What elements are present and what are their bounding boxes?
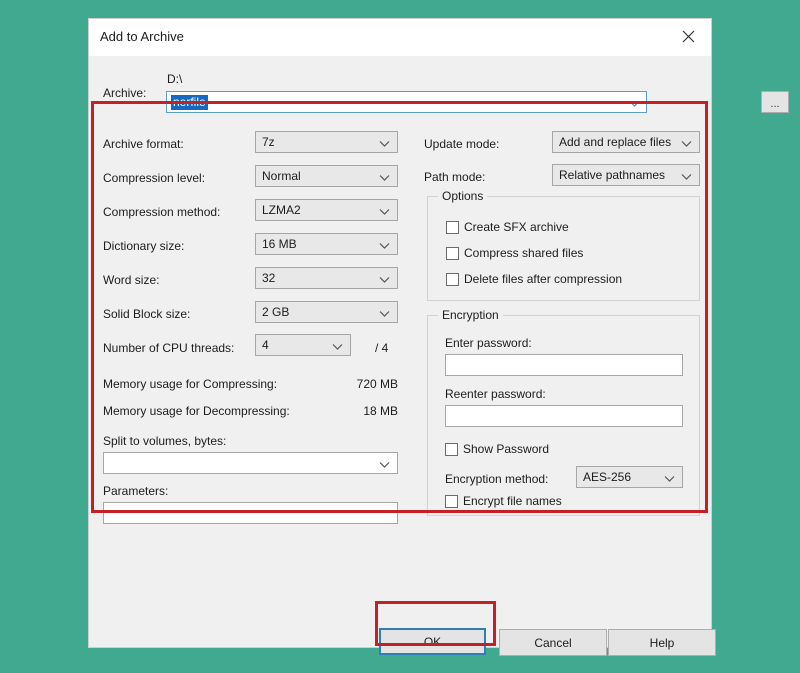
cancel-button[interactable]: Cancel (499, 629, 607, 656)
compression-level-value: Normal (262, 169, 301, 183)
archive-format-value: 7z (262, 135, 275, 149)
update-mode-label: Update mode: (424, 137, 499, 151)
solid-block-size-value: 2 GB (262, 305, 289, 319)
compression-method-label: Compression method: (103, 205, 220, 219)
add-to-archive-dialog: Add to Archive Archive: D:\ nerfile ... … (88, 18, 712, 648)
browse-button[interactable]: ... (761, 91, 789, 113)
archive-row: Archive: D:\ nerfile ... (89, 55, 711, 119)
archive-path-text: D:\ (167, 72, 182, 86)
chevron-down-icon (379, 306, 390, 324)
split-volumes-label: Split to volumes, bytes: (103, 434, 226, 448)
encryption-group-title: Encryption (438, 308, 503, 322)
parameters-input[interactable] (103, 502, 398, 524)
chevron-down-icon (664, 471, 675, 489)
path-mode-value: Relative pathnames (559, 168, 665, 182)
parameters-label: Parameters: (103, 484, 168, 498)
chevron-down-icon (629, 96, 640, 114)
dialog-titlebar: Add to Archive (89, 19, 711, 56)
path-mode-label: Path mode: (424, 170, 485, 184)
chevron-down-icon (379, 272, 390, 290)
archive-name-value: nerfile (171, 95, 208, 110)
compress-shared-files-label: Compress shared files (464, 246, 583, 260)
compression-method-combo[interactable]: LZMA2 (255, 199, 398, 221)
dialog-title: Add to Archive (100, 29, 184, 44)
memory-decompress-label: Memory usage for Decompressing: (103, 404, 290, 418)
word-size-value: 32 (262, 271, 275, 285)
chevron-down-icon (379, 170, 390, 188)
cpu-threads-label: Number of CPU threads: (103, 341, 234, 355)
show-password-label: Show Password (463, 442, 549, 456)
compression-level-combo[interactable]: Normal (255, 165, 398, 187)
encryption-method-label: Encryption method: (445, 472, 548, 486)
word-size-combo[interactable]: 32 (255, 267, 398, 289)
reenter-password-input[interactable] (445, 405, 683, 427)
reenter-password-label: Reenter password: (445, 387, 546, 401)
dictionary-size-label: Dictionary size: (103, 239, 184, 253)
compression-level-label: Compression level: (103, 171, 205, 185)
cpu-threads-combo[interactable]: 4 (255, 334, 351, 356)
checkbox-box (446, 247, 459, 260)
cpu-threads-value: 4 (262, 338, 269, 352)
update-mode-combo[interactable]: Add and replace files (552, 131, 700, 153)
checkbox-box (445, 443, 458, 456)
memory-decompress-value: 18 MB (345, 404, 398, 418)
help-button[interactable]: Help (608, 629, 716, 656)
checkbox-box (446, 221, 459, 234)
solid-block-size-combo[interactable]: 2 GB (255, 301, 398, 323)
close-icon[interactable] (665, 19, 711, 54)
enter-password-label: Enter password: (445, 336, 532, 350)
checkbox-box (445, 495, 458, 508)
archive-format-label: Archive format: (103, 137, 184, 151)
create-sfx-archive-label: Create SFX archive (464, 220, 569, 234)
chevron-down-icon (379, 238, 390, 256)
checkbox-box (446, 273, 459, 286)
enter-password-input[interactable] (445, 354, 683, 376)
archive-name-combo[interactable]: nerfile (166, 91, 647, 113)
update-mode-value: Add and replace files (559, 135, 671, 149)
encryption-method-value: AES-256 (583, 470, 631, 484)
encryption-method-combo[interactable]: AES-256 (576, 466, 683, 488)
close-icon-glyph (682, 30, 695, 43)
chevron-down-icon (379, 204, 390, 222)
archive-label: Archive: (103, 86, 146, 100)
ok-button[interactable]: OK (379, 628, 486, 655)
archive-format-combo[interactable]: 7z (255, 131, 398, 153)
options-group-title: Options (438, 189, 487, 203)
chevron-down-icon (681, 136, 692, 154)
word-size-label: Word size: (103, 273, 159, 287)
dictionary-size-combo[interactable]: 16 MB (255, 233, 398, 255)
chevron-down-icon (332, 339, 343, 357)
solid-block-size-label: Solid Block size: (103, 307, 190, 321)
chevron-down-icon (681, 169, 692, 187)
encrypt-file-names-label: Encrypt file names (463, 494, 562, 508)
compression-method-value: LZMA2 (262, 203, 301, 217)
memory-compress-label: Memory usage for Compressing: (103, 377, 277, 391)
cpu-threads-max: / 4 (375, 341, 388, 355)
options-group: Options Create SFX archive Compress shar… (427, 196, 700, 301)
split-volumes-combo[interactable] (103, 452, 398, 474)
encryption-group: Encryption Enter password: Reenter passw… (427, 315, 700, 516)
delete-files-after-compression-label: Delete files after compression (464, 272, 622, 286)
dictionary-size-value: 16 MB (262, 237, 297, 251)
memory-compress-value: 720 MB (345, 377, 398, 391)
chevron-down-icon (379, 136, 390, 154)
path-mode-combo[interactable]: Relative pathnames (552, 164, 700, 186)
chevron-down-icon (379, 457, 390, 475)
